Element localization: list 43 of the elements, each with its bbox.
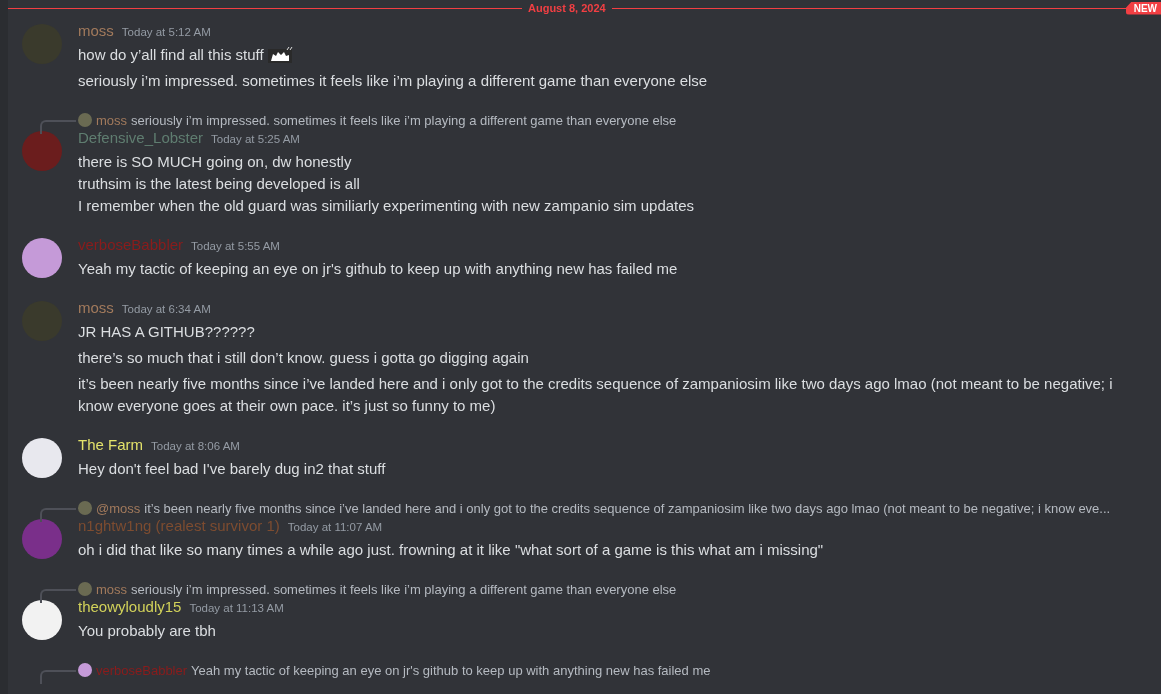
reply-preview-text[interactable]: Yeah my tactic of keeping an eye on jr's github to keep up with anything new has failed me	[191, 662, 711, 678]
reply-preview-text[interactable]: seriously i’m impressed. sometimes it feels like i’m playing a different game than everyone else	[131, 112, 677, 128]
username[interactable]: theowyloudly15	[78, 598, 182, 615]
reply-preview-text[interactable]: seriously i’m impressed. sometimes it feels like i’m playing a different game than everyone else	[131, 581, 677, 597]
reply-author[interactable]: moss	[96, 112, 128, 128]
reply-avatar	[78, 501, 92, 515]
reply-author[interactable]: moss	[96, 581, 128, 597]
message-text: there’s so much that i still don’t know. guess i gotta go digging again	[78, 349, 529, 366]
message-text: seriously i’m impressed. sometimes it feels like i’m playing a different game than everyone else	[78, 72, 708, 89]
message-text: I remember when the old guard was similiarly experimenting with new zampanio sim updates	[78, 197, 695, 214]
date-divider-label: August 8, 2024	[527, 2, 607, 14]
message-text: it’s been nearly five months since i’ve landed here and i only got to the credits sequence of zampaniosim like two days ago lmao (not meant to be negative; i know everyone goes at their own pace. it’s just so funny to me)	[78, 375, 1113, 414]
new-badge: NEW	[1125, 1, 1161, 15]
message-text: Hey don't feel bad I've barely dug in2 that stuff	[78, 460, 386, 477]
username[interactable]: moss	[78, 299, 114, 316]
message-text: there is SO MUCH going on, dw honestly	[78, 153, 352, 170]
username[interactable]: Defensive_Lobster	[78, 129, 204, 146]
reply-avatar	[78, 663, 92, 677]
reply-author[interactable]: @moss	[96, 500, 141, 516]
avatar[interactable]	[22, 600, 62, 640]
timestamp: Today at 11:07 AM	[287, 521, 383, 533]
avatar[interactable]	[22, 438, 62, 478]
timestamp: Today at 5:12 AM	[121, 26, 211, 38]
timestamp: Today at 11:13 AM	[189, 602, 284, 614]
message-text: JR HAS A GITHUB??????	[78, 323, 255, 340]
message-text: oh i did that like so many times a while ago just. frowning at it like "what sort of a game is this what am i missing"	[78, 541, 824, 558]
reply-connector	[40, 670, 76, 684]
message-text: truthsim is the latest being developed is all	[78, 175, 360, 192]
timestamp: Today at 8:06 AM	[151, 440, 240, 452]
username[interactable]: n1ghtw1ng (realest survivor 1)	[78, 517, 280, 534]
username[interactable]: The Farm	[78, 436, 143, 453]
message-text: You probably are tbh	[78, 622, 216, 639]
emoji-icon	[267, 45, 294, 63]
reply-avatar	[78, 582, 92, 596]
avatar[interactable]	[22, 238, 62, 278]
reply-preview-text[interactable]: it’s been nearly five months since i’ve landed here and i only got to the credits sequence of zampaniosim like two days ago lmao (not meant to be negative; i know eve...	[144, 500, 1111, 516]
username[interactable]: moss	[78, 22, 114, 39]
timestamp: Today at 6:34 AM	[121, 303, 211, 315]
timestamp: Today at 5:55 AM	[191, 240, 280, 252]
message-text: how do y’all find all this stuff	[78, 46, 264, 63]
reply-avatar	[78, 113, 92, 127]
timestamp: Today at 5:25 AM	[211, 133, 300, 145]
message-text: Yeah my tactic of keeping an eye on jr's github to keep up with anything new has failed me	[78, 260, 678, 277]
